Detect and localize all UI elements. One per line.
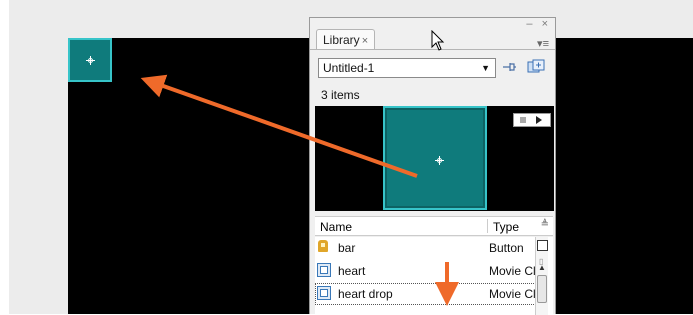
library-item-list: bar Button heart Movie Clip heart drop M… [315, 237, 553, 315]
item-name: heart drop [338, 287, 393, 301]
item-count: 3 items [321, 88, 360, 102]
stop-icon[interactable] [520, 117, 526, 123]
chevron-down-icon: ▼ [481, 63, 490, 73]
new-library-panel-icon[interactable] [527, 59, 545, 75]
column-type[interactable]: Type [493, 220, 519, 234]
movieclip-symbol-icon [317, 286, 331, 300]
list-item[interactable]: heart Movie Clip [315, 260, 540, 282]
document-select-value: Untitled-1 [323, 61, 375, 75]
tab-library-label: Library [323, 33, 360, 47]
list-item[interactable]: bar Button [315, 237, 540, 259]
preview-symbol-shape [383, 106, 487, 210]
mouse-cursor-icon [431, 29, 445, 52]
scroll-up-icon[interactable]: ▲ [538, 263, 546, 272]
library-column-header: Name Type ≜ [315, 216, 553, 236]
button-symbol-icon [317, 240, 331, 254]
symbol-preview [315, 106, 554, 211]
registration-point-icon [86, 56, 95, 65]
scrollbar-thumb[interactable] [537, 275, 547, 303]
panel-window-controls[interactable]: – × [526, 18, 551, 30]
column-name[interactable]: Name [320, 220, 352, 234]
list-scrollbar[interactable]: ▯ ▲ [535, 237, 548, 315]
item-type: Movie Clip [489, 287, 539, 301]
item-name: bar [338, 241, 356, 255]
pin-icon[interactable] [501, 59, 517, 75]
list-item-selected[interactable]: heart drop Movie Clip [315, 283, 540, 305]
library-panel: – × Library × ▾≡ Untitled-1 ▼ 3 items Nam… [309, 17, 556, 315]
new-symbol-icon[interactable] [537, 240, 548, 251]
tab-library[interactable]: Library × [316, 29, 376, 50]
play-icon[interactable] [536, 116, 542, 124]
item-name: heart [338, 264, 366, 278]
close-icon[interactable]: × [362, 35, 368, 47]
movieclip-symbol-icon [317, 263, 331, 277]
preview-playback-controls [513, 113, 551, 127]
item-type: Button [489, 241, 524, 255]
document-select[interactable]: Untitled-1 ▼ [318, 58, 496, 78]
registration-point-icon [435, 156, 444, 165]
sort-icon[interactable]: ≜ [541, 219, 549, 230]
column-divider[interactable] [487, 219, 488, 233]
item-type: Movie Clip [489, 264, 539, 278]
stage-symbol-instance[interactable] [68, 38, 112, 82]
